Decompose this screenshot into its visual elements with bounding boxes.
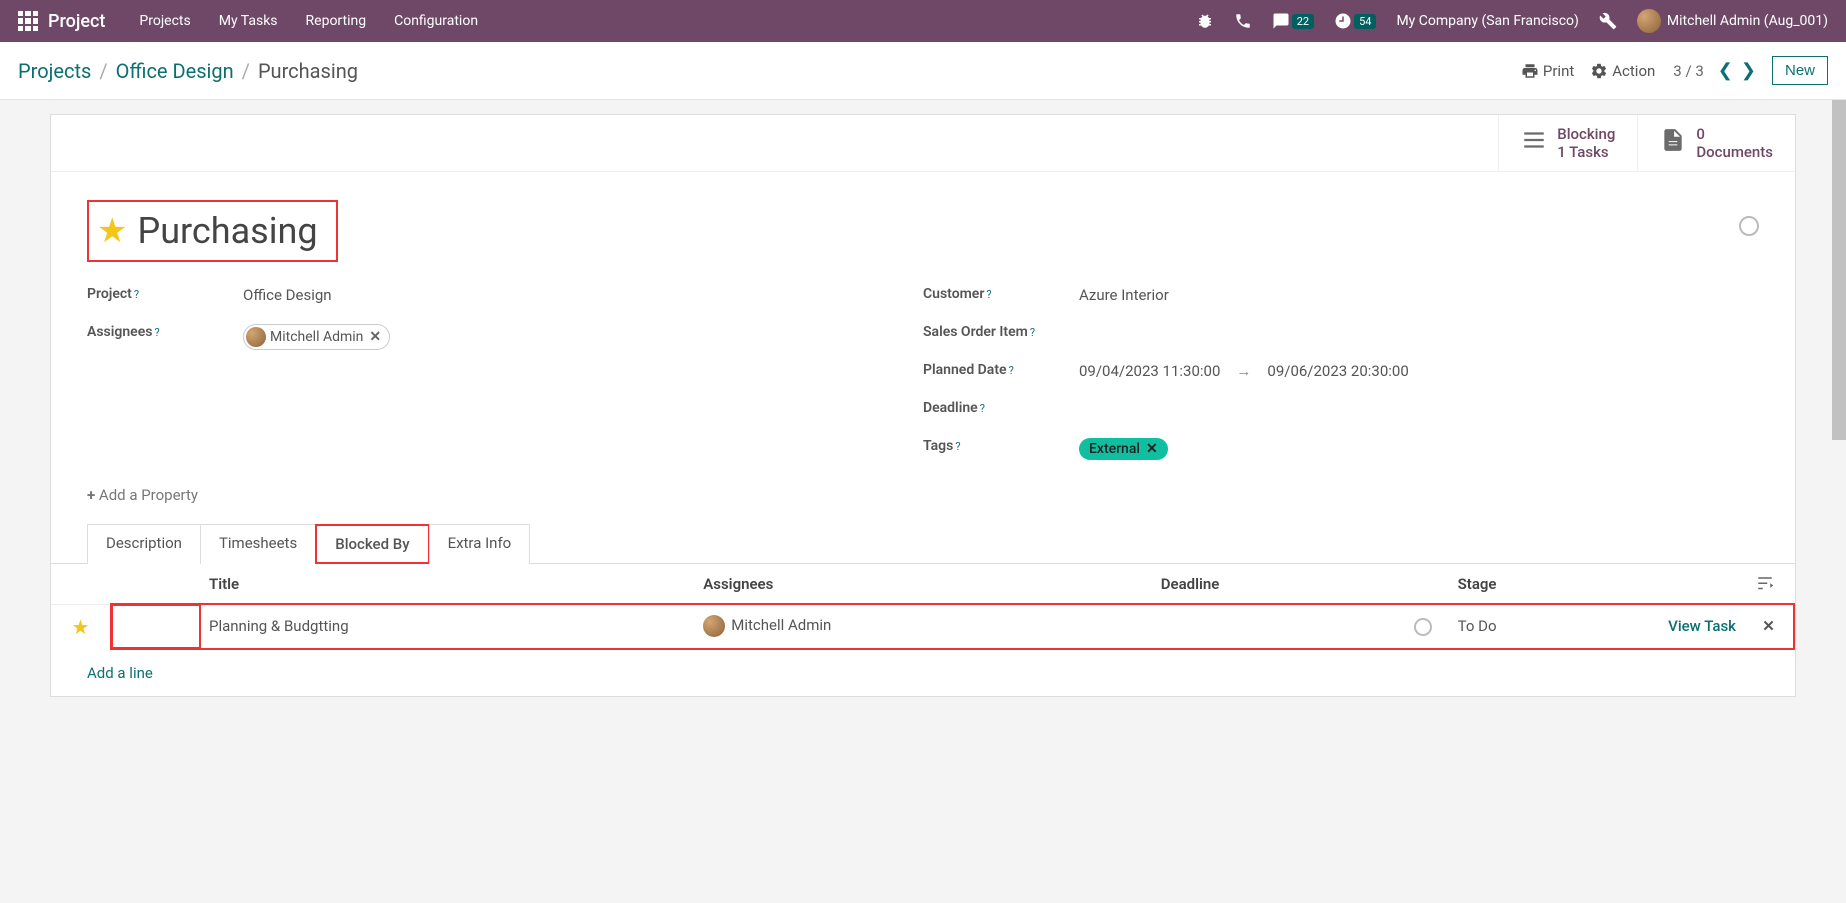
row-state-toggle[interactable]	[1414, 618, 1432, 636]
column-options-icon[interactable]	[1756, 574, 1774, 592]
control-bar: Projects / Office Design / Purchasing Pr…	[0, 42, 1846, 100]
messages-icon[interactable]: 22	[1262, 12, 1324, 30]
brand-title[interactable]: Project	[48, 11, 105, 32]
avatar-icon	[703, 615, 725, 637]
field-tags[interactable]: External✕	[1079, 438, 1759, 460]
label-deadline: Deadline?	[923, 400, 1079, 416]
label-assignees: Assignees?	[87, 324, 243, 340]
planned-date-end[interactable]: 09/06/2023 20:30:00	[1267, 362, 1408, 380]
col-assignees[interactable]: Assignees	[695, 564, 1153, 604]
add-line-button[interactable]: Add a line	[51, 650, 1795, 696]
field-customer[interactable]: Azure Interior	[1079, 286, 1759, 304]
nav-configuration[interactable]: Configuration	[380, 13, 492, 29]
avatar-icon	[246, 327, 266, 347]
print-button[interactable]: Print	[1521, 62, 1574, 80]
row-deadline[interactable]	[1153, 604, 1390, 649]
row-title[interactable]: Planning & Budgtting	[209, 617, 349, 635]
assignee-tag[interactable]: Mitchell Admin✕	[243, 324, 390, 350]
action-button[interactable]: Action	[1590, 62, 1655, 80]
task-title-box: ★ Purchasing	[87, 200, 338, 262]
breadcrumb-office-design[interactable]: Office Design	[116, 59, 234, 83]
print-icon	[1521, 62, 1539, 80]
table-row[interactable]: ★ Planning & Budgtting Mitchell Admin To…	[51, 604, 1794, 649]
document-icon	[1660, 127, 1686, 159]
apps-grid-icon[interactable]	[18, 11, 38, 31]
stat-blocking-button[interactable]: Blocking1 Tasks	[1498, 115, 1637, 171]
tools-icon[interactable]	[1589, 12, 1627, 30]
remove-assignee-icon[interactable]: ✕	[369, 329, 381, 345]
gear-icon	[1590, 62, 1608, 80]
view-task-link[interactable]: View Task	[1668, 617, 1736, 635]
tab-extra-info[interactable]: Extra Info	[429, 524, 531, 564]
pager-text[interactable]: 3 / 3	[1673, 62, 1704, 80]
stat-docs-line1: 0	[1696, 125, 1773, 143]
col-title[interactable]: Title	[201, 564, 695, 604]
top-navbar: Project Projects My Tasks Reporting Conf…	[0, 0, 1846, 42]
stat-blocking-line1: Blocking	[1557, 125, 1615, 143]
tab-description[interactable]: Description	[87, 524, 201, 564]
debug-icon[interactable]	[1186, 12, 1224, 30]
activities-badge: 54	[1354, 14, 1376, 29]
remove-row-icon[interactable]: ✕	[1752, 617, 1785, 635]
row-star-icon[interactable]: ★	[72, 615, 90, 639]
scrollbar[interactable]	[1832, 100, 1846, 440]
task-title[interactable]: Purchasing	[137, 210, 317, 252]
stat-documents-button[interactable]: 0Documents	[1637, 115, 1795, 171]
nav-my-tasks[interactable]: My Tasks	[205, 13, 292, 29]
messages-badge: 22	[1292, 14, 1314, 29]
new-button[interactable]: New	[1772, 56, 1828, 85]
breadcrumb: Projects / Office Design / Purchasing	[18, 59, 358, 83]
col-deadline[interactable]: Deadline	[1153, 564, 1390, 604]
field-assignees[interactable]: Mitchell Admin✕	[243, 324, 923, 350]
label-project: Project?	[87, 286, 243, 302]
support-icon[interactable]	[1224, 12, 1262, 30]
arrow-right-icon: →	[1236, 362, 1251, 380]
pager-prev[interactable]: ❮	[1714, 60, 1737, 81]
stat-blocking-line2: 1 Tasks	[1557, 143, 1615, 161]
row-stage: To Do	[1458, 617, 1497, 635]
company-switcher[interactable]: My Company (San Francisco)	[1386, 13, 1588, 29]
add-property-button[interactable]: Add a Property	[51, 478, 1795, 524]
user-menu[interactable]: Mitchell Admin (Aug_001)	[1627, 9, 1838, 33]
planned-date-start[interactable]: 09/04/2023 11:30:00	[1079, 362, 1220, 380]
avatar-icon	[1637, 9, 1661, 33]
task-state-toggle[interactable]	[1739, 216, 1759, 236]
tag-external[interactable]: External✕	[1079, 438, 1168, 460]
blocked-by-table: Title Assignees Deadline Stage ★ Plannin…	[51, 564, 1795, 650]
pager-next[interactable]: ❯	[1737, 60, 1760, 81]
task-form-card: Blocking1 Tasks 0Documents ★ Purchasing …	[50, 114, 1796, 697]
row-assignee: Mitchell Admin	[731, 616, 831, 634]
tab-blocked-by[interactable]: Blocked By	[315, 524, 429, 564]
label-tags: Tags?	[923, 438, 1079, 454]
nav-projects[interactable]: Projects	[125, 13, 204, 29]
field-project[interactable]: Office Design	[243, 286, 923, 304]
tab-timesheets[interactable]: Timesheets	[200, 524, 316, 564]
label-planned-date: Planned Date?	[923, 362, 1079, 378]
label-sales-order-item: Sales Order Item?	[923, 324, 1079, 340]
tab-strip: Description Timesheets Blocked By Extra …	[87, 524, 1759, 564]
stat-docs-line2: Documents	[1696, 143, 1773, 161]
tasks-icon	[1521, 127, 1547, 159]
user-name: Mitchell Admin (Aug_001)	[1667, 13, 1828, 29]
nav-reporting[interactable]: Reporting	[292, 13, 381, 29]
breadcrumb-current: Purchasing	[258, 59, 358, 83]
breadcrumb-projects[interactable]: Projects	[18, 59, 91, 83]
favorite-star-icon[interactable]: ★	[97, 211, 127, 251]
col-stage[interactable]: Stage	[1450, 564, 1624, 604]
stat-row: Blocking1 Tasks 0Documents	[51, 115, 1795, 172]
activities-icon[interactable]: 54	[1324, 12, 1386, 30]
remove-tag-icon[interactable]: ✕	[1146, 441, 1158, 457]
label-customer: Customer?	[923, 286, 1079, 302]
